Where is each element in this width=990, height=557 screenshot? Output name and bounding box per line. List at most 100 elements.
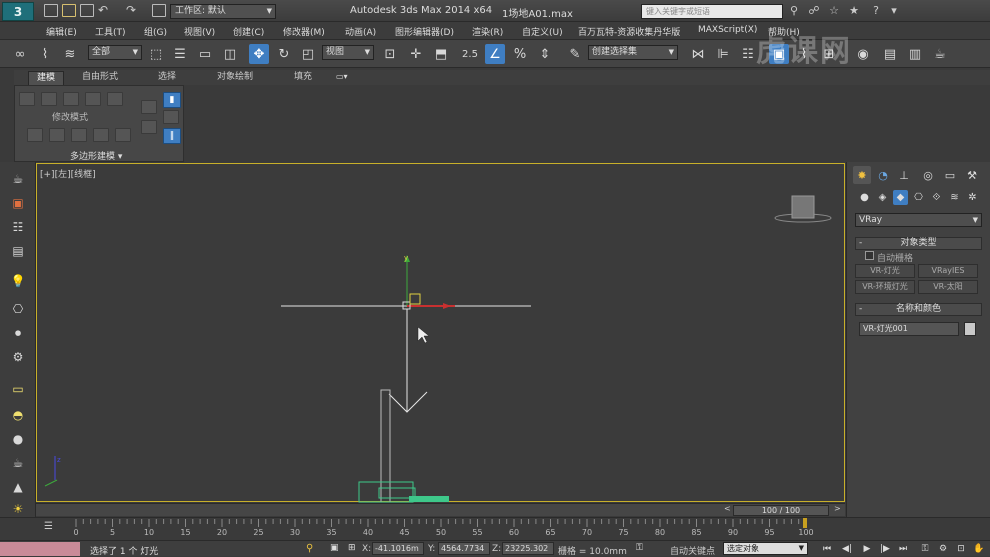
time-prev-icon[interactable]: <	[724, 504, 731, 513]
project-folder-icon[interactable]	[152, 4, 166, 17]
ribbon-tool-2-icon[interactable]	[49, 128, 65, 142]
list-icon[interactable]: ▤	[8, 242, 28, 260]
cameras-icon[interactable]: ⎔	[911, 190, 926, 205]
select-by-name-icon[interactable]: ☰	[170, 44, 190, 64]
ribbon-tool-5-icon[interactable]	[115, 128, 131, 142]
menu-maxscript[interactable]: MAXScript(X)	[698, 25, 757, 35]
ribbon-blue-2-icon[interactable]: ‖	[163, 128, 181, 144]
bind-space-warp-icon[interactable]: ≋	[60, 44, 80, 64]
use-pivot-center-icon[interactable]: ⊡	[380, 44, 400, 64]
help-icon[interactable]: ?	[868, 3, 884, 19]
align-icon[interactable]: ⊫	[713, 44, 733, 64]
edit-named-selection-icon[interactable]: ✎	[565, 44, 585, 64]
hierarchy-tab-icon[interactable]: ⊥	[895, 166, 913, 184]
new-file-icon[interactable]	[44, 4, 58, 17]
mini-curve-editor-icon[interactable]: ☰	[44, 521, 53, 532]
snaps-toggle-icon[interactable]: 2.5	[460, 44, 480, 64]
viewport-left[interactable]: [+][左][线框] y z	[36, 163, 845, 503]
favorites-star-icon[interactable]: ★	[846, 3, 862, 19]
time-config-icon[interactable]: ⚙	[936, 542, 950, 556]
selection-filter-dropdown[interactable]: 全部 ▼	[88, 45, 142, 60]
cone-icon[interactable]: ▲	[8, 478, 28, 496]
light-bulb-icon[interactable]: 💡	[8, 272, 28, 290]
undo-icon[interactable]: ↶	[98, 3, 108, 17]
space-warps-icon[interactable]: ≋	[947, 190, 962, 205]
name-color-rollout[interactable]: - 名称和颜色	[855, 303, 982, 316]
percent-snap-icon[interactable]: %	[510, 44, 530, 64]
z-coordinate-input[interactable]: 23225.302	[502, 542, 554, 555]
reference-coord-dropdown[interactable]: 视图 ▼	[322, 45, 374, 60]
teapot-icon[interactable]: ☕	[8, 170, 28, 188]
unlink-icon[interactable]: ⌇	[35, 44, 55, 64]
isolate-icon[interactable]: ▣	[330, 543, 339, 553]
object-category-dropdown[interactable]: VRay ▼	[855, 213, 982, 227]
utilities-tab-icon[interactable]: ⚒	[963, 166, 981, 184]
select-and-link-icon[interactable]: ∞	[10, 44, 30, 64]
tab-selection[interactable]: 选择	[150, 71, 184, 85]
angle-snap-icon[interactable]: ∠	[485, 44, 505, 64]
redo-icon[interactable]: ↷	[126, 3, 136, 17]
menu-animation[interactable]: 动画(A)	[345, 25, 376, 38]
shapes-icon[interactable]: ◈	[875, 190, 890, 205]
trackbar[interactable]: ☰ 0 5 10 15 20 25 30 35 40 45 50 55 60 65 70 75 80 85 90 95…	[0, 517, 990, 539]
poly-element-icon[interactable]	[107, 92, 123, 106]
autogrid-checkbox[interactable]	[865, 251, 874, 260]
menu-tools[interactable]: 工具(T)	[95, 25, 126, 38]
current-frame-marker[interactable]	[803, 518, 807, 528]
pan-icon[interactable]: ✋	[972, 542, 986, 556]
viewcube[interactable]	[774, 195, 832, 223]
previous-frame-icon[interactable]: ◀|	[840, 542, 854, 556]
material-editor-icon[interactable]: ◉	[853, 44, 873, 64]
vr-ambient-light-button[interactable]: VR-环境灯光	[855, 280, 915, 294]
maxscript-listener[interactable]	[0, 542, 80, 556]
ribbon-tool-1-icon[interactable]	[27, 128, 43, 142]
systems-icon[interactable]: ✲	[965, 190, 980, 205]
menu-edit[interactable]: 编辑(E)	[46, 25, 77, 38]
menu-group[interactable]: 组(G)	[144, 25, 167, 38]
poly-vertex-icon[interactable]	[19, 92, 35, 106]
scene-explorer-icon[interactable]: ☷	[8, 218, 28, 236]
communication-center-icon[interactable]: ☍	[806, 3, 822, 19]
menu-customize[interactable]: 自定义(U)	[522, 25, 563, 38]
tab-populate[interactable]: 填充	[286, 71, 320, 85]
favorites-icon[interactable]: ☆	[826, 3, 842, 19]
help-dropdown-icon[interactable]: ▾	[886, 3, 902, 19]
poly-edge-icon[interactable]	[41, 92, 57, 106]
helpers-icon[interactable]: ⟐	[929, 190, 944, 205]
menu-graph-editors[interactable]: 图形编辑器(D)	[395, 25, 454, 38]
render-setup-icon[interactable]: ▤	[880, 44, 900, 64]
teapot-small-icon[interactable]: ☕	[8, 454, 28, 472]
select-object-icon[interactable]: ⬚	[146, 44, 166, 64]
polygon-modeling-label[interactable]: 多边形建模 ▾	[70, 149, 122, 162]
y-coordinate-input[interactable]: 4564.7734	[438, 542, 490, 555]
poly-polygon-icon[interactable]	[85, 92, 101, 106]
menu-modifiers[interactable]: 修改器(M)	[283, 25, 325, 38]
select-and-scale-icon[interactable]: ◰	[298, 44, 318, 64]
camera-icon[interactable]: ⎔	[8, 300, 28, 318]
sphere-icon[interactable]: ●	[8, 430, 28, 448]
paint-icon[interactable]: ▣	[8, 194, 28, 212]
object-color-swatch[interactable]	[964, 322, 976, 336]
key-icon[interactable]: ⚿	[636, 543, 643, 553]
workspace-dropdown[interactable]: 工作区: 默认 ▼	[170, 4, 276, 19]
object-name-input[interactable]: VR-灯光001	[859, 322, 959, 336]
create-tab-icon[interactable]: ✸	[853, 166, 871, 184]
lock-icon[interactable]: ⚲	[306, 543, 313, 554]
binoculars-icon[interactable]: ⚲	[786, 3, 802, 19]
absolute-mode-icon[interactable]: ⊞	[348, 543, 356, 553]
save-file-icon[interactable]	[80, 4, 94, 17]
menu-views[interactable]: 视图(V)	[184, 25, 215, 38]
ribbon-options-icon[interactable]: ▭▾	[336, 72, 348, 81]
film-icon[interactable]: ⚙	[8, 348, 28, 366]
poly-border-icon[interactable]	[63, 92, 79, 106]
time-slider-thumb[interactable]: 100 / 100	[733, 505, 829, 516]
rectangular-selection-icon[interactable]: ▭	[195, 44, 215, 64]
menu-create[interactable]: 创建(C)	[233, 25, 264, 38]
app-logo[interactable]: 3	[2, 2, 34, 21]
window-crossing-icon[interactable]: ◫	[220, 44, 240, 64]
x-coordinate-input[interactable]: -41.1016m	[372, 542, 424, 555]
spinner-snap-icon[interactable]: ⇕	[535, 44, 555, 64]
render-production-icon[interactable]: ☕	[930, 44, 950, 64]
tab-modeling[interactable]: 建模	[28, 71, 65, 85]
search-input[interactable]: 键入关键字或短语	[641, 4, 783, 19]
